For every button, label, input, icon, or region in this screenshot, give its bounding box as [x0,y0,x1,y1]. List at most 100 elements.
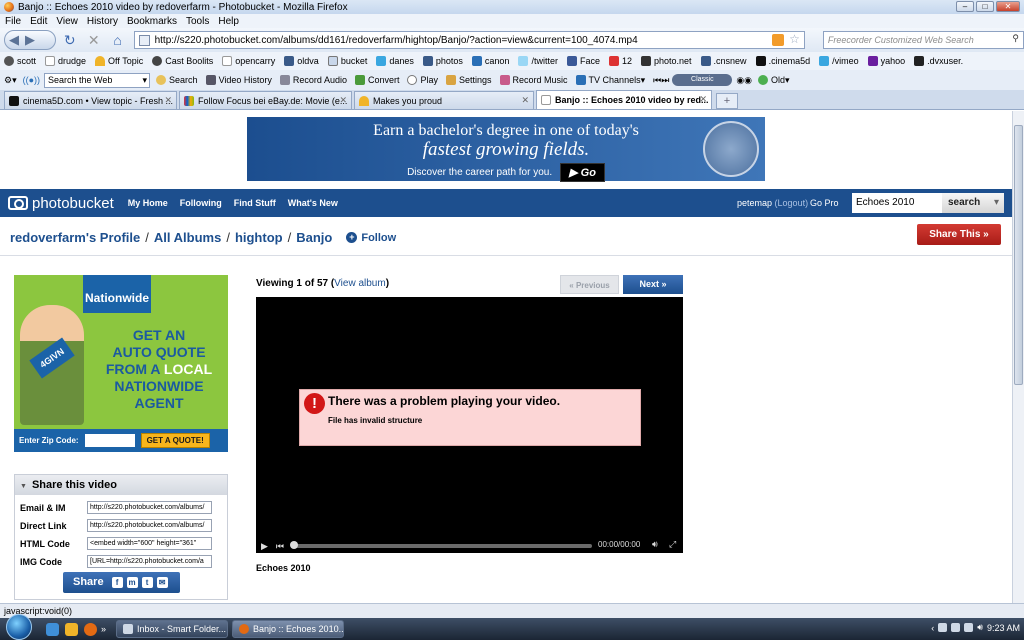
toolbar-settings[interactable]: Settings [446,75,492,85]
clock[interactable]: 9:23 AM [987,623,1020,633]
home-icon[interactable]: ⌂ [108,30,128,50]
menu-tools[interactable]: Tools [186,16,209,27]
close-window-icon[interactable]: ✕ [996,1,1020,12]
zip-code-input[interactable] [84,434,135,447]
tray-volume-icon[interactable]: 🔊︎ [977,622,983,633]
breadcrumb-all-albums[interactable]: All Albums [154,230,221,245]
devry-banner-ad[interactable]: Earn a bachelor's degree in one of today… [247,117,765,182]
menu-edit[interactable]: Edit [30,16,47,27]
toolbar-play[interactable]: Play [407,75,438,85]
site-search-input[interactable]: Echoes 2010 [852,193,942,213]
ie-icon[interactable] [46,622,59,636]
menu-help[interactable]: Help [218,16,239,27]
bookmark-item[interactable]: /twitter [518,56,558,66]
bookmark-item[interactable]: scott [4,56,36,66]
nationwide-side-ad[interactable]: Nationwide 4GIVN GET AN AUTO QUOTE FROM … [14,275,228,452]
play-icon[interactable]: ▶ [261,541,268,552]
tray-network-icon[interactable] [938,623,948,632]
email-im-field[interactable]: http://s220.photobucket.com/albums/ [87,501,212,514]
img-code-field[interactable]: [URL=http://s220.photobucket.com/a [87,555,212,568]
toolbar-gear-icon[interactable]: ⚙▾ [4,75,17,86]
radio-icon[interactable]: ((●)) [23,75,40,85]
start-button[interactable] [6,614,32,640]
bookmark-item[interactable]: /vimeo [819,56,859,66]
bookmark-item[interactable]: Off Topic [95,56,143,66]
fullscreen-icon[interactable]: ⤢ [669,539,676,550]
seek-handle[interactable] [290,541,298,549]
previous-button[interactable]: « Previous [560,275,619,294]
bookmark-item[interactable]: 12 [608,56,632,66]
menu-history[interactable]: History [87,16,118,27]
taskbar-inbox[interactable]: Inbox - Smart Folder... [116,620,229,638]
direct-link-field[interactable]: http://s220.photobucket.com/albums/ [87,519,212,532]
close-tab-icon[interactable]: ✕ [699,94,707,105]
close-tab-icon[interactable]: ✕ [339,95,347,106]
media-controls-icon[interactable]: ◉◉ [736,75,752,86]
nav-find-stuff[interactable]: Find Stuff [234,198,276,208]
bookmark-item[interactable]: yahoo [867,56,905,66]
classic-skin-selector[interactable]: Classic [672,74,733,86]
html-code-field[interactable]: <embed width="600" height="361" [87,537,212,550]
toolbar-video-history[interactable]: Video History [205,75,272,85]
nav-whats-new[interactable]: What's New [288,198,338,208]
bookmark-item[interactable]: bucket [327,56,367,66]
ad-go-button[interactable]: ▶ Go [560,163,605,182]
skip-back-icon[interactable]: ⏮ [276,541,284,552]
bookmark-item[interactable]: oldva [284,56,319,66]
bookmark-star-icon[interactable]: ☆ [789,32,800,46]
bookmark-item[interactable]: drudge [45,56,86,66]
url-bar[interactable]: http://s220.photobucket.com/albums/dd161… [133,31,805,49]
next-button[interactable]: Next » [623,275,683,294]
maximize-icon[interactable]: □ [976,1,994,12]
menu-file[interactable]: File [5,16,21,27]
breadcrumb-profile[interactable]: redoverfarm's Profile [10,230,140,245]
bookmark-item[interactable]: danes [376,56,414,66]
breadcrumb-album[interactable]: hightop [235,230,283,245]
back-forward-buttons[interactable]: ◀ ▶ [4,30,56,50]
follow-button[interactable]: + Follow [346,232,396,244]
toolbar-record-music[interactable]: Record Music [499,75,568,85]
nav-my-home[interactable]: My Home [128,198,168,208]
bookmark-item[interactable]: Face [566,56,600,66]
search-bar[interactable]: Freecorder Customized Web Search ⚲ [822,31,1024,49]
go-pro-link[interactable]: Go Pro [810,198,839,208]
tab-ebay[interactable]: Follow Focus bei eBay.de: Movie (e... ✕ [179,91,352,109]
new-tab-button[interactable]: + [716,93,738,109]
seek-bar[interactable] [292,544,592,548]
tab-banjo-active[interactable]: Banjo :: Echoes 2010 video by red... ✕ [536,90,712,109]
menu-bookmarks[interactable]: Bookmarks [127,16,177,27]
close-tab-icon[interactable]: ✕ [521,95,529,106]
photobucket-logo[interactable]: photobucket [8,195,114,212]
search-icon[interactable]: ⚲ [1012,33,1019,44]
logout-link[interactable]: (Logout) [775,198,809,208]
video-player[interactable]: ! There was a problem playing your video… [256,297,683,553]
share-this-button[interactable]: Share This » [917,224,1001,245]
taskbar-firefox[interactable]: Banjo :: Echoes 2010... [232,620,345,638]
bookmark-item[interactable]: .dvxuser. [914,56,963,66]
close-tab-icon[interactable]: ✕ [164,95,172,106]
vertical-scrollbar[interactable] [1012,111,1024,603]
username-link[interactable]: petemap [737,198,772,208]
media-prev-next-icon[interactable]: ⏮⏭ [653,75,669,86]
share-button[interactable]: Share f m t ✉ [63,572,180,593]
nav-following[interactable]: Following [180,198,222,208]
toolbar-convert[interactable]: Convert [354,75,399,85]
share-panel-title[interactable]: Share this video [15,475,227,495]
tab-makes-you-proud[interactable]: Makes you proud ✕ [354,91,534,109]
forward-arrow-icon[interactable]: ▶ [25,32,35,48]
quicklaunch-more-icon[interactable]: » [101,624,106,634]
stop-icon[interactable]: ✕ [84,30,104,50]
site-search-button[interactable]: search [942,193,1004,213]
bookmark-item[interactable]: photos [422,56,463,66]
tab-cinema5d[interactable]: cinema5D.com • View topic - Fresh ... ✕ [4,91,177,109]
tray-display-icon[interactable] [964,623,974,632]
bookmark-item[interactable]: photo.net [640,56,692,66]
get-quote-button[interactable]: GET A QUOTE! [140,433,210,448]
search-web-dropdown[interactable]: Search the Web [44,72,151,88]
folder-icon[interactable] [65,622,78,636]
firefox-icon[interactable] [84,622,97,636]
bookmark-item[interactable]: canon [471,56,509,66]
reload-icon[interactable]: ↻ [60,30,80,50]
menu-view[interactable]: View [56,16,78,27]
view-album-link[interactable]: View album [334,278,386,289]
